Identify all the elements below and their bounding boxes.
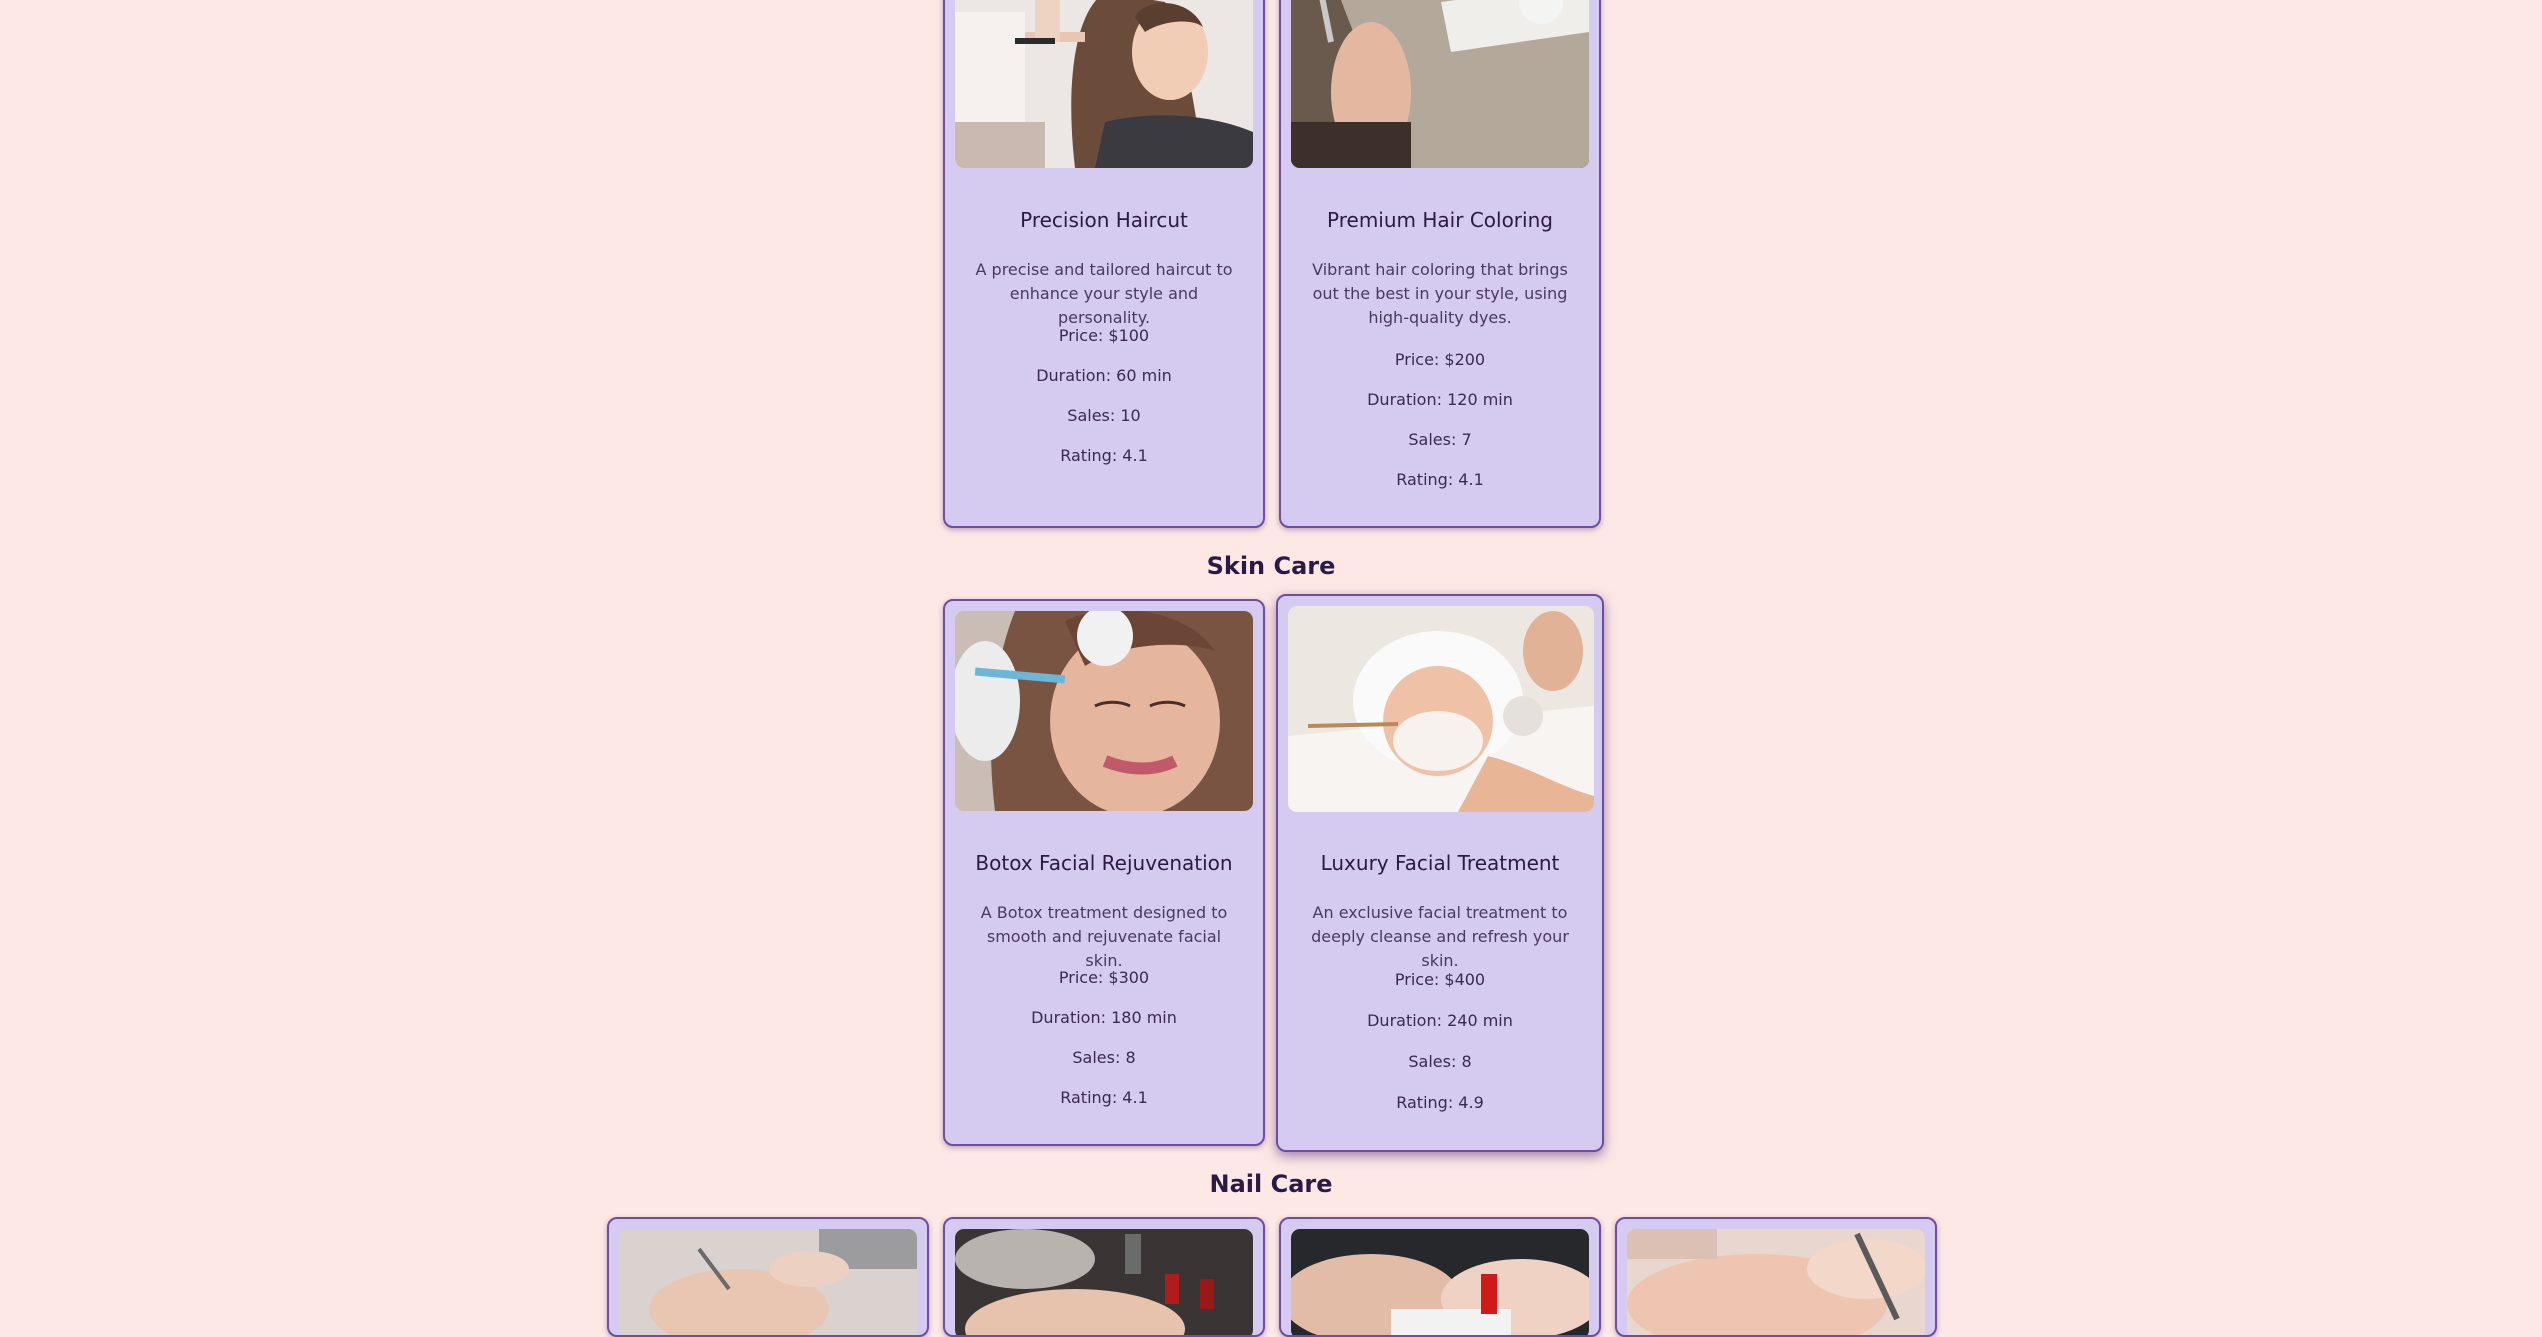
section-heading-nail-care: Nail Care bbox=[1209, 1170, 1333, 1198]
service-price: Price: $300 bbox=[1058, 968, 1150, 987]
service-card-nail-2[interactable] bbox=[943, 1217, 1265, 1337]
service-image-nail-2 bbox=[955, 1229, 1253, 1335]
service-title: Luxury Facial Treatment bbox=[1320, 851, 1560, 875]
service-rating: Rating: 4.1 bbox=[1060, 446, 1148, 465]
service-price: Price: $200 bbox=[1394, 350, 1486, 369]
service-image-nail-1 bbox=[619, 1229, 917, 1335]
service-card-nail-4[interactable] bbox=[1615, 1217, 1937, 1337]
service-image-nail-4 bbox=[1627, 1229, 1925, 1335]
service-description: An exclusive facial treatment to deeply … bbox=[1311, 903, 1569, 970]
service-duration: Duration: 60 min bbox=[1036, 366, 1172, 385]
service-description: A Botox treatment designed to smooth and… bbox=[980, 903, 1228, 970]
service-duration: Duration: 120 min bbox=[1367, 390, 1513, 409]
service-duration: Duration: 240 min bbox=[1367, 1011, 1513, 1030]
service-sales: Sales: 8 bbox=[1408, 1052, 1472, 1071]
service-description: Vibrant hair coloring that brings out th… bbox=[1312, 260, 1568, 327]
service-card-nail-1[interactable] bbox=[607, 1217, 929, 1337]
service-image-botox bbox=[955, 611, 1253, 811]
service-sales: Sales: 8 bbox=[1072, 1048, 1136, 1067]
service-image-nail-3 bbox=[1291, 1229, 1589, 1335]
service-sales: Sales: 10 bbox=[1067, 406, 1141, 425]
service-title: Botox Facial Rejuvenation bbox=[975, 851, 1233, 875]
service-card-premium-hair-coloring[interactable]: Premium Hair Coloring Vibrant hair color… bbox=[1279, 0, 1601, 528]
service-image-luxury-facial bbox=[1288, 606, 1594, 812]
service-rating: Rating: 4.1 bbox=[1060, 1088, 1148, 1107]
service-price: Price: $100 bbox=[1058, 326, 1150, 345]
service-card-precision-haircut[interactable]: Precision Haircut A precise and tailored… bbox=[943, 0, 1265, 528]
service-card-luxury-facial[interactable]: Luxury Facial Treatment An exclusive fac… bbox=[1276, 594, 1604, 1152]
service-sales: Sales: 7 bbox=[1408, 430, 1472, 449]
service-rating: Rating: 4.9 bbox=[1396, 1093, 1484, 1112]
service-title: Precision Haircut bbox=[1020, 208, 1188, 232]
section-heading-skin-care: Skin Care bbox=[1206, 552, 1336, 580]
service-rating: Rating: 4.1 bbox=[1396, 470, 1484, 489]
service-card-botox-facial[interactable]: Botox Facial Rejuvenation A Botox treatm… bbox=[943, 599, 1265, 1146]
service-title: Premium Hair Coloring bbox=[1327, 208, 1553, 232]
service-card-nail-3[interactable] bbox=[1279, 1217, 1601, 1337]
service-price: Price: $400 bbox=[1394, 970, 1486, 989]
service-duration: Duration: 180 min bbox=[1031, 1008, 1177, 1027]
service-image-haircut bbox=[955, 0, 1253, 168]
service-description: A precise and tailored haircut to enhanc… bbox=[975, 260, 1233, 327]
service-image-hair-coloring bbox=[1291, 0, 1589, 168]
